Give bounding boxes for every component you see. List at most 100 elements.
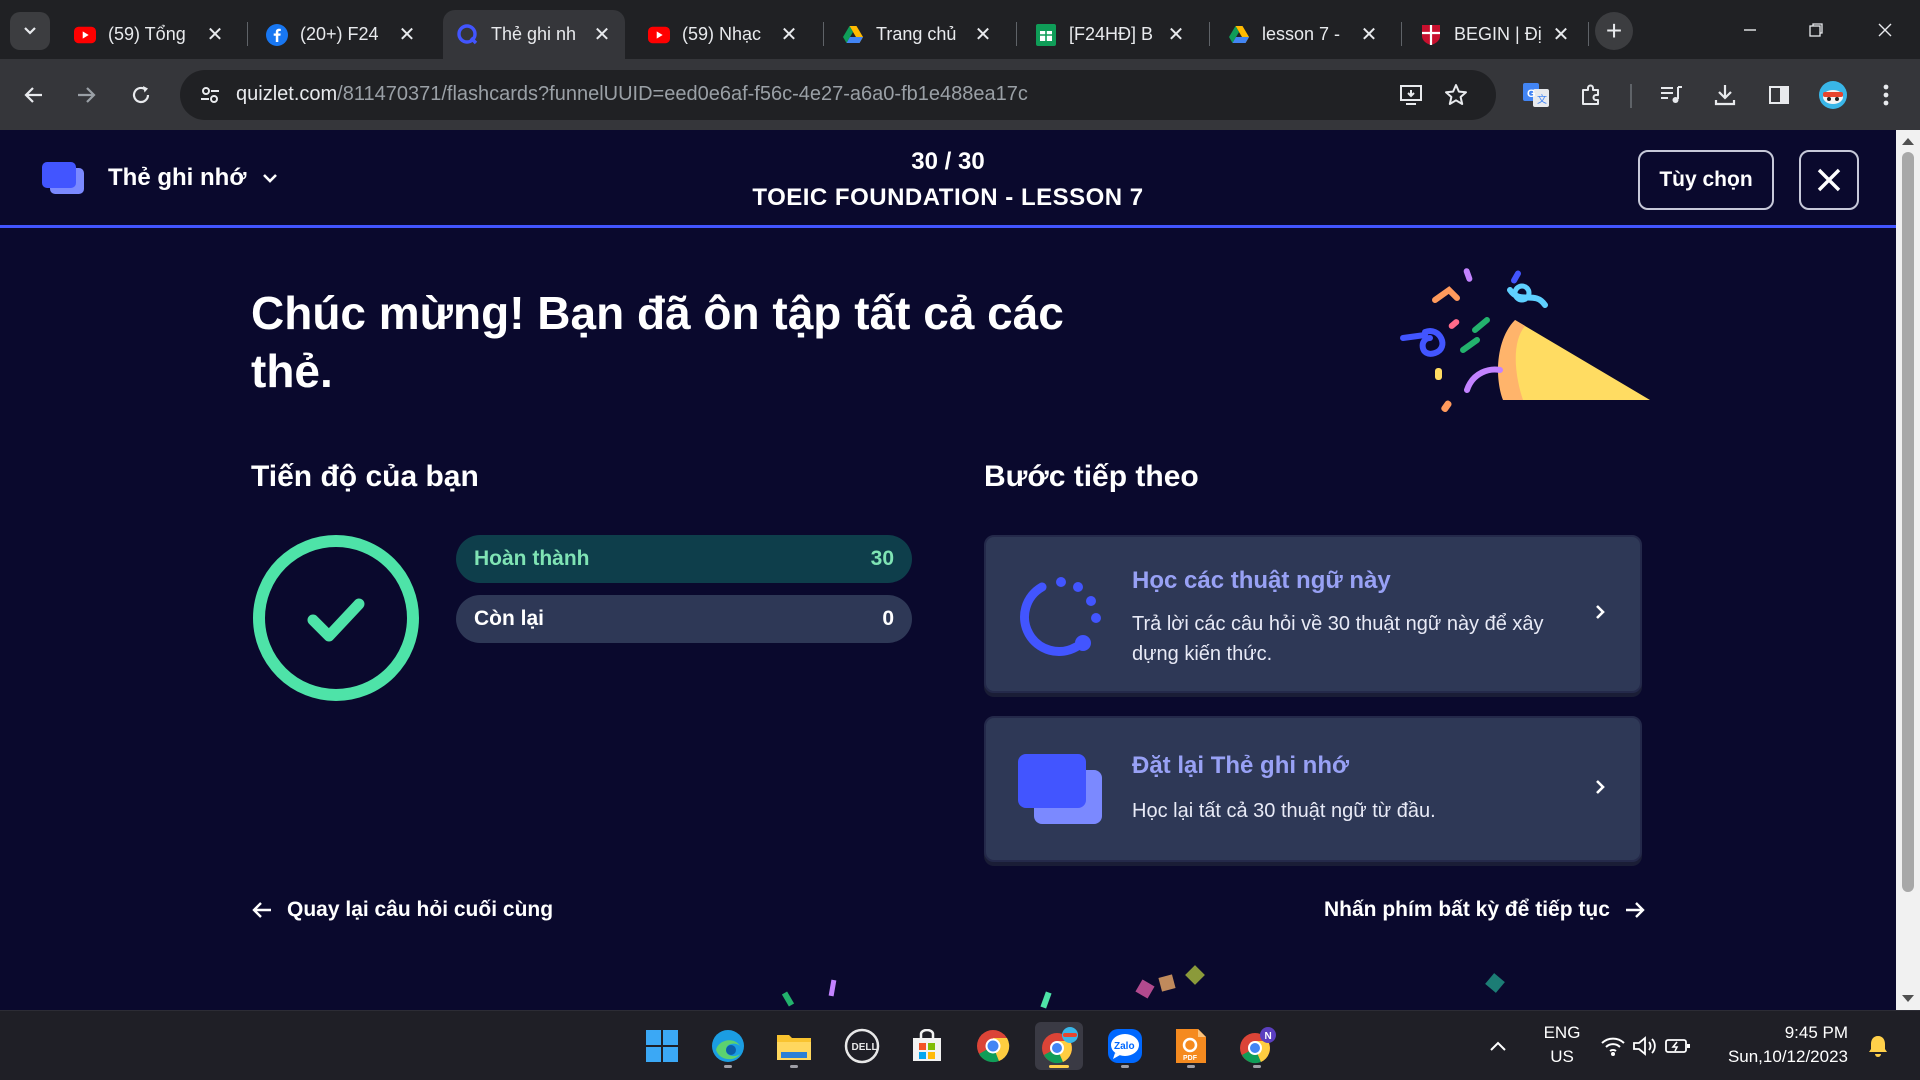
start-button[interactable]: [638, 1022, 686, 1070]
browser-tab[interactable]: Trang chủ ✕: [828, 10, 1006, 59]
continue-link[interactable]: Nhấn phím bất kỳ để tiếp tục: [1324, 898, 1646, 922]
queue-music-icon: [1661, 86, 1682, 103]
chrome-taskbar-button[interactable]: [969, 1022, 1017, 1070]
close-icon[interactable]: ✕: [396, 24, 418, 46]
back-link-label: Quay lại câu hỏi cuối cùng: [287, 898, 554, 921]
close-icon[interactable]: ✕: [972, 24, 994, 46]
reload-button[interactable]: [121, 75, 161, 115]
tab-search-button[interactable]: [10, 12, 50, 50]
completed-label: Hoàn thành: [474, 547, 590, 570]
close-icon[interactable]: ✕: [591, 24, 613, 46]
close-icon[interactable]: ✕: [778, 24, 800, 46]
edge-taskbar-button[interactable]: [704, 1022, 752, 1070]
card-counter: 30 / 30: [911, 148, 985, 175]
confetti-piece: [1185, 965, 1205, 985]
confetti-piece: [781, 991, 795, 1007]
chrome-profile-badge: N: [1265, 1031, 1272, 1042]
pdf-reader-taskbar-button[interactable]: PDF: [1167, 1022, 1215, 1070]
flashcards-header: Thẻ ghi nhớ 30 / 30 TOEIC FOUNDATION - L…: [0, 130, 1896, 228]
options-button[interactable]: Tùy chọn: [1638, 150, 1774, 210]
clock-time: 9:45 PM: [1784, 1023, 1848, 1042]
flashcards-icon: [1018, 754, 1102, 824]
url-host: quizlet.com: [236, 83, 338, 105]
confetti-piece: [828, 979, 837, 997]
clock[interactable]: 9:45 PM Sun,10/12/2023: [1716, 1021, 1856, 1069]
confetti-piece: [1158, 974, 1176, 992]
url-path: /811470371/flashcards?funnelUUID=eed0e6a…: [337, 83, 1028, 105]
notifications-button[interactable]: [1862, 1022, 1894, 1070]
chevron-right-icon: [1596, 780, 1605, 794]
install-app-button[interactable]: [1392, 75, 1432, 115]
dell-taskbar-button[interactable]: DELL: [838, 1022, 886, 1070]
chrome-profile-taskbar-button[interactable]: [1035, 1022, 1083, 1070]
bell-icon: [1869, 1036, 1887, 1057]
chevron-up-icon: [1490, 1041, 1506, 1051]
language-indicator[interactable]: ENG US: [1534, 1021, 1590, 1069]
google-translate-button[interactable]: G文: [1516, 75, 1556, 115]
browser-tab[interactable]: lesson 7 - ✕: [1214, 10, 1392, 59]
downloads-button[interactable]: [1705, 75, 1745, 115]
reset-flashcards-card[interactable]: Đặt lại Thẻ ghi nhớ Học lại tất cả 30 th…: [984, 716, 1642, 862]
browser-menu-button[interactable]: [1866, 75, 1906, 115]
close-icon[interactable]: ✕: [1165, 24, 1187, 46]
browser-tab-bar: (59) Tổng ✕ (20+) F24 ✕ Thẻ ghi nh ✕ (59…: [0, 0, 1920, 59]
language-region: US: [1550, 1047, 1574, 1066]
pdf-reader-icon: PDF: [1176, 1029, 1206, 1063]
zalo-icon: Zalo: [1108, 1029, 1142, 1063]
download-icon: [1714, 85, 1736, 106]
language-code: ENG: [1543, 1023, 1581, 1042]
url-text[interactable]: quizlet.com/811470371/flashcards?funnelU…: [236, 83, 1028, 106]
arrow-right-icon: [78, 87, 96, 103]
confetti-piece: [1040, 991, 1052, 1009]
browser-tab[interactable]: (59) Tổng ✕: [60, 10, 238, 59]
file-explorer-taskbar-button[interactable]: [770, 1022, 818, 1070]
side-panel-button[interactable]: [1759, 75, 1799, 115]
close-icon: [1878, 23, 1892, 36]
bookmark-button[interactable]: [1436, 75, 1476, 115]
battery-icon: [1665, 1039, 1690, 1053]
media-controls-button[interactable]: [1651, 75, 1691, 115]
close-icon[interactable]: ✕: [1358, 24, 1380, 46]
site-info-button[interactable]: [192, 77, 228, 113]
learn-terms-card[interactable]: Học các thuật ngữ này Trả lời các câu hỏ…: [984, 535, 1642, 693]
new-tab-button[interactable]: +: [1595, 12, 1633, 50]
close-icon[interactable]: ✕: [1550, 24, 1572, 46]
puzzle-icon: [1582, 84, 1599, 105]
profile-button[interactable]: [1813, 75, 1853, 115]
tab-title: BEGIN | Đị: [1454, 24, 1542, 44]
google-sheets-icon: [1035, 23, 1057, 46]
dell-icon: DELL: [844, 1028, 880, 1064]
restore-button[interactable]: [1781, 0, 1851, 59]
address-bar[interactable]: quizlet.com/811470371/flashcards?funnelU…: [180, 70, 1496, 120]
scroll-thumb[interactable]: [1902, 152, 1914, 892]
browser-tab-active[interactable]: Thẻ ghi nh ✕: [443, 10, 625, 59]
minimize-button[interactable]: [1715, 0, 1785, 59]
scroll-down-arrow[interactable]: [1902, 995, 1914, 1002]
close-icon[interactable]: ✕: [204, 24, 226, 46]
star-icon: [1445, 84, 1467, 105]
browser-tab[interactable]: [F24HĐ] B ✕: [1021, 10, 1199, 59]
remaining-label: Còn lại: [474, 607, 545, 630]
window-close-button[interactable]: [1850, 0, 1920, 59]
scroll-up-arrow[interactable]: [1902, 138, 1914, 145]
back-to-last-question-link[interactable]: Quay lại câu hỏi cuối cùng: [251, 898, 553, 922]
chrome-n-taskbar-button[interactable]: N: [1233, 1022, 1281, 1070]
page-scrollbar[interactable]: [1896, 130, 1920, 1010]
confetti-piece: [1485, 973, 1505, 993]
quick-settings-button[interactable]: [1596, 1022, 1696, 1070]
show-hidden-icons-button[interactable]: [1482, 1022, 1514, 1070]
chrome-n-icon: N: [1240, 1027, 1276, 1064]
back-button[interactable]: [14, 75, 54, 115]
browser-tab[interactable]: (59) Nhạc ✕: [634, 10, 812, 59]
more-vert-icon: [1883, 84, 1889, 106]
zalo-taskbar-button[interactable]: Zalo: [1101, 1022, 1149, 1070]
microsoft-store-taskbar-button[interactable]: [903, 1022, 951, 1070]
forward-button[interactable]: [66, 75, 106, 115]
close-button[interactable]: [1799, 150, 1859, 210]
tab-title: lesson 7 -: [1262, 24, 1341, 44]
browser-tab[interactable]: (20+) F24 ✕: [252, 10, 430, 59]
reset-flashcards-title: Đặt lại Thẻ ghi nhớ: [1132, 752, 1350, 779]
browser-tab[interactable]: BEGIN | Đị ✕: [1406, 10, 1584, 59]
google-translate-icon: G文: [1523, 83, 1549, 107]
extensions-button[interactable]: [1571, 75, 1611, 115]
